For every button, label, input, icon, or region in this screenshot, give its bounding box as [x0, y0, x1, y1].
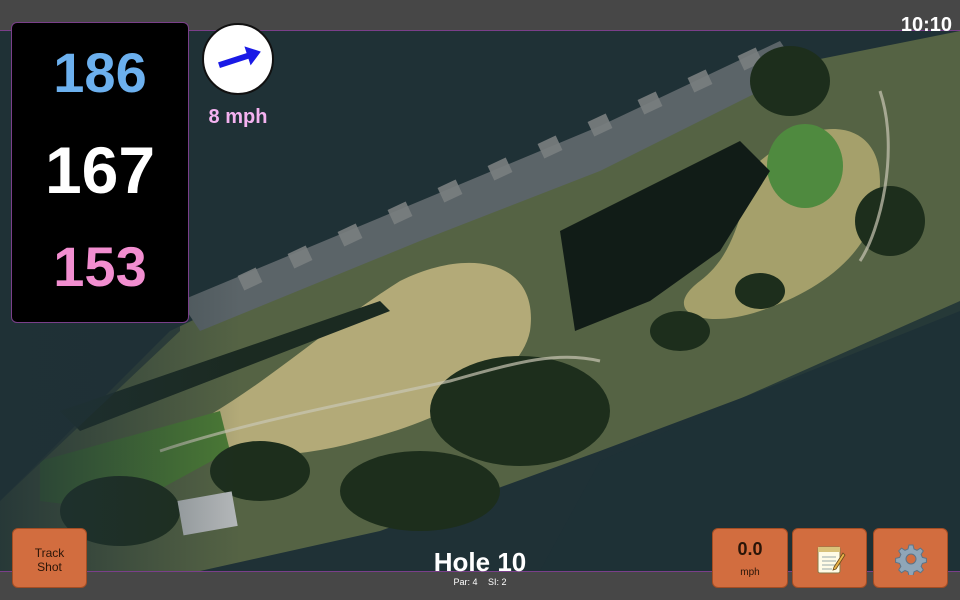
gear-icon	[895, 544, 927, 575]
wind-indicator	[202, 23, 274, 95]
speed-value: 0.0	[737, 539, 763, 559]
yardage-front: 153	[53, 235, 147, 298]
notepad-icon	[817, 546, 846, 574]
hole-stroke-index: SI: 2	[488, 577, 507, 587]
settings-button[interactable]	[873, 528, 948, 588]
track-shot-label-line2: Shot	[37, 560, 62, 574]
track-shot-label-line1: Track	[34, 546, 65, 560]
wind-speed: 8 mph	[208, 106, 268, 128]
status-time: 10:10	[900, 14, 952, 36]
speed-unit: mph	[740, 567, 760, 578]
yardage-middle: 167	[44, 133, 156, 207]
arrow-icon	[218, 46, 261, 69]
speed-button[interactable]: 0.0 mph	[712, 528, 788, 588]
hole-info: Par: 4 SI: 2	[380, 577, 580, 587]
track-shot-button[interactable]: Track Shot	[12, 528, 87, 588]
yardage-panel: 186 167 153	[11, 22, 189, 323]
hole-par: Par: 4	[453, 577, 478, 587]
yardage-back: 186	[53, 41, 147, 104]
notes-button[interactable]	[792, 528, 867, 588]
hole-title: Hole 10	[433, 547, 527, 577]
